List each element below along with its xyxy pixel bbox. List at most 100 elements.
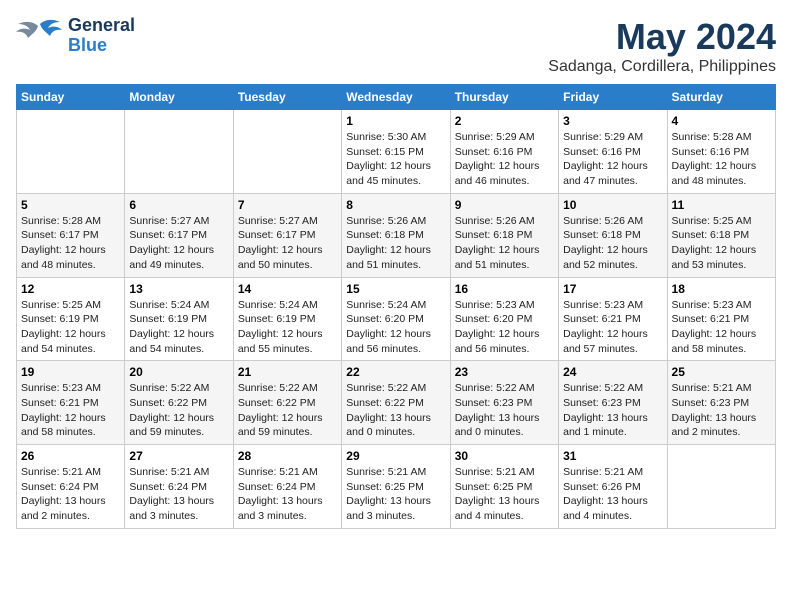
day-number: 14 bbox=[238, 282, 337, 296]
day-number: 8 bbox=[346, 198, 445, 212]
day-number: 23 bbox=[455, 365, 554, 379]
calendar-table: SundayMondayTuesdayWednesdayThursdayFrid… bbox=[16, 84, 776, 529]
calendar-cell: 1 Sunrise: 5:30 AM Sunset: 6:15 PM Daylig… bbox=[342, 110, 450, 194]
day-info: Sunrise: 5:27 AM Sunset: 6:17 PM Dayligh… bbox=[238, 214, 337, 273]
day-number: 1 bbox=[346, 114, 445, 128]
calendar-cell: 14 Sunrise: 5:24 AM Sunset: 6:19 PM Dayli… bbox=[233, 277, 341, 361]
day-info: Sunrise: 5:21 AM Sunset: 6:25 PM Dayligh… bbox=[455, 465, 554, 524]
page-header: General Blue May 2024 Sadanga, Cordiller… bbox=[16, 16, 776, 76]
day-number: 19 bbox=[21, 365, 120, 379]
week-row-4: 19 Sunrise: 5:23 AM Sunset: 6:21 PM Dayli… bbox=[17, 361, 776, 445]
day-info: Sunrise: 5:21 AM Sunset: 6:24 PM Dayligh… bbox=[238, 465, 337, 524]
day-number: 4 bbox=[672, 114, 771, 128]
calendar-cell: 18 Sunrise: 5:23 AM Sunset: 6:21 PM Dayli… bbox=[667, 277, 775, 361]
calendar-cell: 23Sunrise: 5:22 AM Sunset: 6:23 PM Dayli… bbox=[450, 361, 558, 445]
day-info: Sunrise: 5:28 AM Sunset: 6:16 PM Dayligh… bbox=[672, 130, 771, 189]
calendar-cell: 15 Sunrise: 5:24 AM Sunset: 6:20 PM Dayli… bbox=[342, 277, 450, 361]
day-number: 31 bbox=[563, 449, 662, 463]
day-info: Sunrise: 5:22 AM Sunset: 6:22 PM Dayligh… bbox=[129, 381, 228, 440]
day-info: Sunrise: 5:22 AM Sunset: 6:23 PM Dayligh… bbox=[563, 381, 662, 440]
day-info: Sunrise: 5:30 AM Sunset: 6:15 PM Dayligh… bbox=[346, 130, 445, 189]
calendar-cell: 4 Sunrise: 5:28 AM Sunset: 6:16 PM Daylig… bbox=[667, 110, 775, 194]
day-info: Sunrise: 5:22 AM Sunset: 6:22 PM Dayligh… bbox=[238, 381, 337, 440]
day-info: Sunrise: 5:25 AM Sunset: 6:18 PM Dayligh… bbox=[672, 214, 771, 273]
logo-blue: Blue bbox=[68, 36, 135, 56]
calendar-cell: 22 Sunrise: 5:22 AM Sunset: 6:22 PM Dayli… bbox=[342, 361, 450, 445]
day-number: 13 bbox=[129, 282, 228, 296]
calendar-cell: 7 Sunrise: 5:27 AM Sunset: 6:17 PM Daylig… bbox=[233, 193, 341, 277]
calendar-cell bbox=[233, 110, 341, 194]
day-number: 26 bbox=[21, 449, 120, 463]
calendar-cell: 27 Sunrise: 5:21 AM Sunset: 6:24 PM Dayli… bbox=[125, 445, 233, 529]
day-number: 22 bbox=[346, 365, 445, 379]
calendar-cell: 21Sunrise: 5:22 AM Sunset: 6:22 PM Dayli… bbox=[233, 361, 341, 445]
calendar-cell: 28Sunrise: 5:21 AM Sunset: 6:24 PM Dayli… bbox=[233, 445, 341, 529]
calendar-cell: 5 Sunrise: 5:28 AM Sunset: 6:17 PM Daylig… bbox=[17, 193, 125, 277]
day-info: Sunrise: 5:21 AM Sunset: 6:24 PM Dayligh… bbox=[129, 465, 228, 524]
day-number: 10 bbox=[563, 198, 662, 212]
day-info: Sunrise: 5:24 AM Sunset: 6:20 PM Dayligh… bbox=[346, 298, 445, 357]
calendar-cell: 10 Sunrise: 5:26 AM Sunset: 6:18 PM Dayli… bbox=[559, 193, 667, 277]
calendar-cell bbox=[17, 110, 125, 194]
calendar-cell: 8 Sunrise: 5:26 AM Sunset: 6:18 PM Daylig… bbox=[342, 193, 450, 277]
day-info: Sunrise: 5:23 AM Sunset: 6:21 PM Dayligh… bbox=[563, 298, 662, 357]
calendar-cell: 24Sunrise: 5:22 AM Sunset: 6:23 PM Dayli… bbox=[559, 361, 667, 445]
day-info: Sunrise: 5:28 AM Sunset: 6:17 PM Dayligh… bbox=[21, 214, 120, 273]
day-number: 29 bbox=[346, 449, 445, 463]
day-info: Sunrise: 5:23 AM Sunset: 6:21 PM Dayligh… bbox=[21, 381, 120, 440]
day-number: 17 bbox=[563, 282, 662, 296]
calendar-cell: 29Sunrise: 5:21 AM Sunset: 6:25 PM Dayli… bbox=[342, 445, 450, 529]
day-header-sunday: Sunday bbox=[17, 85, 125, 110]
day-header-tuesday: Tuesday bbox=[233, 85, 341, 110]
logo: General Blue bbox=[16, 16, 135, 56]
day-number: 5 bbox=[21, 198, 120, 212]
day-info: Sunrise: 5:25 AM Sunset: 6:19 PM Dayligh… bbox=[21, 298, 120, 357]
day-number: 12 bbox=[21, 282, 120, 296]
week-row-5: 26 Sunrise: 5:21 AM Sunset: 6:24 PM Dayli… bbox=[17, 445, 776, 529]
day-header-saturday: Saturday bbox=[667, 85, 775, 110]
day-info: Sunrise: 5:21 AM Sunset: 6:23 PM Dayligh… bbox=[672, 381, 771, 440]
calendar-cell bbox=[667, 445, 775, 529]
day-info: Sunrise: 5:29 AM Sunset: 6:16 PM Dayligh… bbox=[455, 130, 554, 189]
day-info: Sunrise: 5:26 AM Sunset: 6:18 PM Dayligh… bbox=[455, 214, 554, 273]
day-number: 7 bbox=[238, 198, 337, 212]
calendar-cell: 9Sunrise: 5:26 AM Sunset: 6:18 PM Daylig… bbox=[450, 193, 558, 277]
calendar-cell: 2Sunrise: 5:29 AM Sunset: 6:16 PM Daylig… bbox=[450, 110, 558, 194]
week-row-3: 12 Sunrise: 5:25 AM Sunset: 6:19 PM Dayli… bbox=[17, 277, 776, 361]
day-info: Sunrise: 5:26 AM Sunset: 6:18 PM Dayligh… bbox=[346, 214, 445, 273]
logo-general: General bbox=[68, 16, 135, 36]
day-number: 15 bbox=[346, 282, 445, 296]
main-title: May 2024 bbox=[548, 16, 776, 58]
calendar-body: 1 Sunrise: 5:30 AM Sunset: 6:15 PM Daylig… bbox=[17, 110, 776, 529]
day-header-wednesday: Wednesday bbox=[342, 85, 450, 110]
calendar-cell: 19 Sunrise: 5:23 AM Sunset: 6:21 PM Dayli… bbox=[17, 361, 125, 445]
calendar-cell: 31 Sunrise: 5:21 AM Sunset: 6:26 PM Dayli… bbox=[559, 445, 667, 529]
day-number: 27 bbox=[129, 449, 228, 463]
calendar-cell: 12 Sunrise: 5:25 AM Sunset: 6:19 PM Dayli… bbox=[17, 277, 125, 361]
day-info: Sunrise: 5:22 AM Sunset: 6:22 PM Dayligh… bbox=[346, 381, 445, 440]
logo-text: General Blue bbox=[68, 16, 135, 56]
week-row-1: 1 Sunrise: 5:30 AM Sunset: 6:15 PM Daylig… bbox=[17, 110, 776, 194]
calendar-cell: 16Sunrise: 5:23 AM Sunset: 6:20 PM Dayli… bbox=[450, 277, 558, 361]
calendar-cell: 25Sunrise: 5:21 AM Sunset: 6:23 PM Dayli… bbox=[667, 361, 775, 445]
calendar-cell: 11Sunrise: 5:25 AM Sunset: 6:18 PM Dayli… bbox=[667, 193, 775, 277]
day-header-monday: Monday bbox=[125, 85, 233, 110]
header-row: SundayMondayTuesdayWednesdayThursdayFrid… bbox=[17, 85, 776, 110]
day-info: Sunrise: 5:21 AM Sunset: 6:26 PM Dayligh… bbox=[563, 465, 662, 524]
day-number: 20 bbox=[129, 365, 228, 379]
day-info: Sunrise: 5:23 AM Sunset: 6:21 PM Dayligh… bbox=[672, 298, 771, 357]
calendar-cell: 3 Sunrise: 5:29 AM Sunset: 6:16 PM Daylig… bbox=[559, 110, 667, 194]
day-number: 18 bbox=[672, 282, 771, 296]
day-header-thursday: Thursday bbox=[450, 85, 558, 110]
calendar-cell: 30Sunrise: 5:21 AM Sunset: 6:25 PM Dayli… bbox=[450, 445, 558, 529]
day-info: Sunrise: 5:27 AM Sunset: 6:17 PM Dayligh… bbox=[129, 214, 228, 273]
day-info: Sunrise: 5:24 AM Sunset: 6:19 PM Dayligh… bbox=[129, 298, 228, 357]
day-info: Sunrise: 5:26 AM Sunset: 6:18 PM Dayligh… bbox=[563, 214, 662, 273]
calendar-cell bbox=[125, 110, 233, 194]
subtitle: Sadanga, Cordillera, Philippines bbox=[548, 58, 776, 76]
day-number: 3 bbox=[563, 114, 662, 128]
day-number: 6 bbox=[129, 198, 228, 212]
day-info: Sunrise: 5:29 AM Sunset: 6:16 PM Dayligh… bbox=[563, 130, 662, 189]
day-info: Sunrise: 5:21 AM Sunset: 6:24 PM Dayligh… bbox=[21, 465, 120, 524]
day-info: Sunrise: 5:24 AM Sunset: 6:19 PM Dayligh… bbox=[238, 298, 337, 357]
